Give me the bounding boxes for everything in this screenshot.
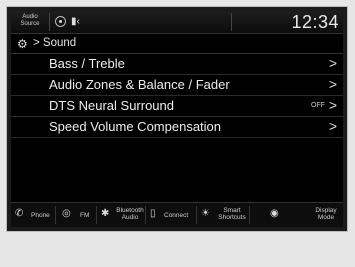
display-mode-label: Display Mode	[312, 207, 340, 221]
fm-button[interactable]: ◎ FM	[56, 203, 96, 227]
setting-value: OFF	[311, 102, 325, 109]
phone-button[interactable]: ✆ Phone	[11, 203, 55, 227]
audio-source-label-1: Audio	[22, 14, 38, 20]
display-mode-button[interactable]: ◉ Display Mode	[250, 203, 343, 227]
menu-item-label: Bass / Treble	[49, 56, 125, 71]
speaker-icon: ▮‹	[71, 16, 80, 27]
smart-label-2: Shortcuts	[218, 214, 246, 221]
status-divider	[49, 13, 50, 31]
page-title: Sound	[42, 37, 77, 49]
menu-item-label: DTS Neural Surround	[49, 98, 174, 113]
head-unit-bezel: Audio Source ▮‹ 12:34 ⚙ > Sound Bass / T…	[6, 6, 348, 232]
smart-shortcuts-label: Smart Shortcuts	[217, 207, 247, 221]
connect-label: Connect	[164, 212, 189, 219]
display-screen: Audio Source ▮‹ 12:34 ⚙ > Sound Bass / T…	[11, 11, 343, 227]
clock: 12:34	[291, 12, 339, 32]
sun-icon: ☀	[201, 208, 210, 219]
fm-label: FM	[80, 212, 90, 219]
breadcrumb-separator: >	[33, 37, 40, 49]
audio-source-button[interactable]: Audio Source	[17, 14, 43, 28]
smart-shortcuts-button[interactable]: ☀ Smart Shortcuts	[197, 203, 249, 227]
bluetooth-audio-button[interactable]: ✱ Bluetooth Audio	[97, 203, 145, 227]
status-bar: Audio Source ▮‹ 12:34	[11, 11, 343, 34]
menu-item-dts-neural-surround[interactable]: DTS Neural Surround OFF >	[11, 96, 343, 117]
status-divider	[231, 13, 232, 31]
smartphone-icon: ▯	[150, 208, 156, 219]
chevron-right-icon: >	[328, 97, 337, 113]
gear-icon: ⚙	[17, 37, 28, 51]
connect-button[interactable]: ▯ Connect	[146, 203, 196, 227]
page-header: ⚙ > Sound	[11, 35, 343, 54]
bluetooth-label: Bluetooth Audio	[115, 207, 145, 221]
bluetooth-icon: ✱	[101, 208, 110, 219]
chevron-right-icon: >	[328, 118, 337, 134]
menu-item-audio-zones[interactable]: Audio Zones & Balance / Fader >	[11, 75, 343, 96]
bluetooth-label-1: Bluetooth	[116, 207, 144, 214]
phone-icon: ✆	[15, 208, 24, 219]
bottom-shortcut-bar: ✆ Phone ◎ FM ✱ Bluetooth Audio ▯ Connect	[11, 202, 343, 227]
breadcrumb: > Sound	[33, 37, 76, 49]
display-label-2: Mode	[317, 214, 335, 221]
menu-item-label: Speed Volume Compensation	[49, 119, 222, 134]
radio-antenna-icon: ◎	[62, 208, 71, 219]
smart-label-1: Smart	[223, 207, 241, 214]
display-label-1: Display	[315, 207, 337, 214]
menu-item-speed-volume-compensation[interactable]: Speed Volume Compensation >	[11, 117, 343, 138]
brightness-icon: ◉	[270, 208, 279, 219]
menu-item-bass-treble[interactable]: Bass / Treble >	[11, 54, 343, 75]
phone-label: Phone	[31, 212, 50, 219]
chevron-right-icon: >	[328, 76, 337, 92]
audio-source-label-2: Source	[20, 21, 40, 27]
menu-item-label: Audio Zones & Balance / Fader	[49, 77, 230, 92]
antenna-icon	[55, 16, 66, 27]
sound-menu: Bass / Treble > Audio Zones & Balance / …	[11, 54, 343, 138]
bluetooth-label-2: Audio	[121, 214, 139, 221]
chevron-right-icon: >	[328, 55, 337, 71]
